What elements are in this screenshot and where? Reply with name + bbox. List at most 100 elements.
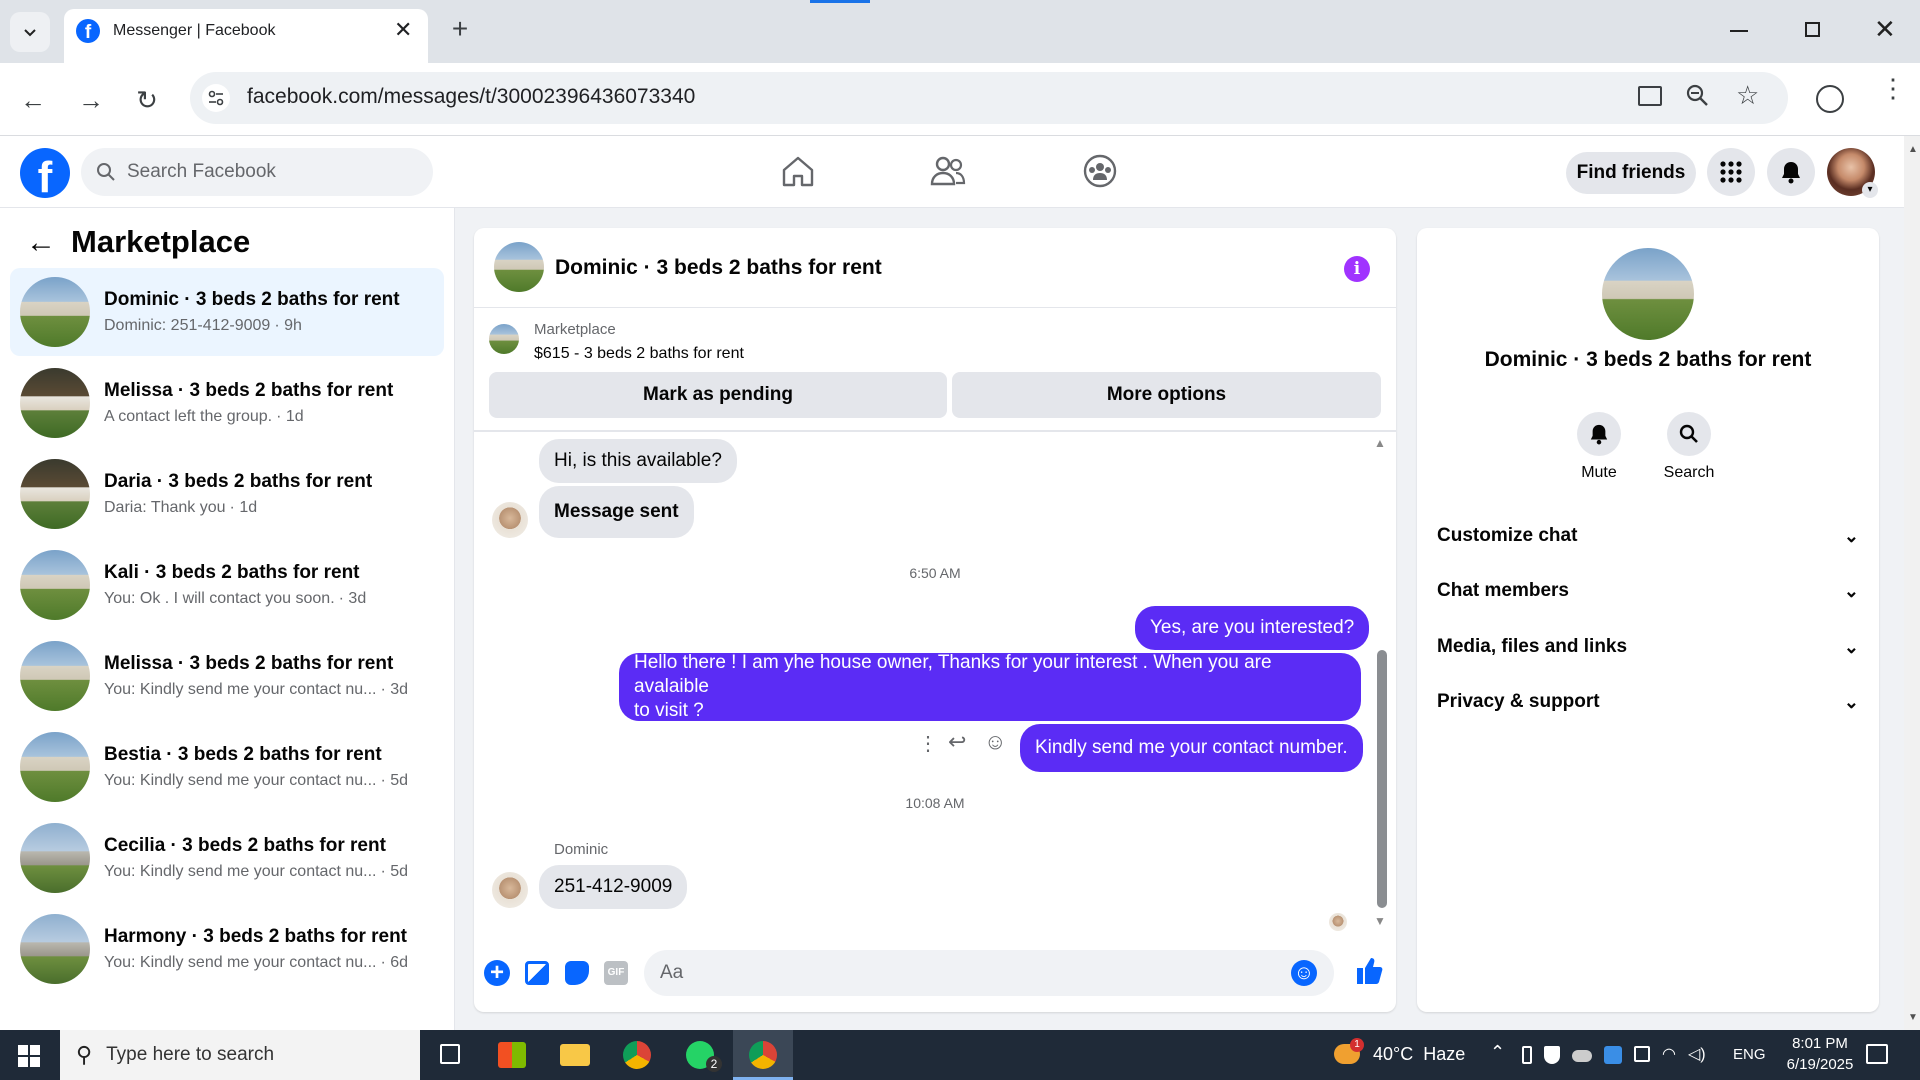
mute-button[interactable] [1577,412,1621,456]
groups-icon[interactable] [1082,153,1118,194]
page-scrollbar[interactable]: ▲ ▼ [1904,136,1920,1030]
outgoing-message[interactable]: Hello there ! I am yhe house owner, Than… [619,652,1361,721]
address-bar[interactable]: facebook.com/messages/t/3000239643607334… [190,72,1788,124]
customize-chat-section[interactable]: Customize chat ⌄ [1437,511,1859,561]
chat-avatar[interactable] [494,242,544,292]
more-options-button[interactable]: More options [952,372,1381,418]
install-app-icon[interactable] [1638,86,1662,106]
listing-thumbnail[interactable] [489,324,519,354]
like-icon[interactable] [1354,956,1384,991]
facebook-search-input[interactable]: Search Facebook [81,148,433,196]
microsoft-store-icon[interactable] [498,1042,526,1068]
mark-as-pending-button[interactable]: Mark as pending [489,372,947,418]
details-avatar[interactable] [1602,248,1694,340]
weather-text[interactable]: 40°C Haze [1373,1044,1465,1065]
react-icon[interactable]: ☺ [984,729,1006,755]
scroll-down-arrow-icon[interactable]: ▼ [1908,1012,1918,1023]
home-icon[interactable] [780,154,816,193]
reload-icon[interactable]: ↻ [132,85,162,115]
site-info-icon[interactable] [202,84,230,112]
media-files-links-section[interactable]: Media, files and links ⌄ [1437,622,1859,672]
browser-menu-icon[interactable]: ⋮ [1880,75,1906,101]
gif-icon[interactable]: GIF [604,961,628,985]
outgoing-message-line: Hello there ! I am yhe house owner, Than… [634,652,1272,697]
search-placeholder: Search Facebook [127,161,276,182]
section-label: Customize chat [1437,525,1578,546]
conversation-preview: A contact left the group. [104,408,273,425]
chat-title[interactable]: Dominic · 3 beds 2 baths for rent [555,256,882,280]
chat-scroll-up-icon[interactable]: ▲ [1374,436,1386,450]
facebook-logo-icon[interactable]: f [20,148,70,202]
scroll-up-arrow-icon[interactable]: ▲ [1908,144,1918,155]
window-close-icon[interactable]: ✕ [1874,14,1896,45]
incoming-message[interactable]: 251-412-9009 [539,865,688,909]
language-indicator[interactable]: ENG [1733,1046,1766,1063]
tray-icons[interactable]: ◠ ◁) [1522,1046,1712,1064]
conversation-name: Daria · 3 beds 2 baths for rent [104,471,373,492]
conversation-item[interactable]: Melissa · 3 beds 2 baths for rent You: K… [10,632,444,720]
tab-close-icon[interactable]: ✕ [394,17,412,43]
info-icon[interactable]: i [1344,256,1370,282]
tab-search-chevron-icon[interactable] [10,12,50,52]
conversation-item[interactable]: Kali · 3 beds 2 baths for rent You: Ok .… [10,541,444,629]
chat-members-section[interactable]: Chat members ⌄ [1437,566,1859,616]
conversation-name: Melissa · 3 beds 2 baths for rent [104,653,394,674]
search-in-chat-button[interactable] [1667,412,1711,456]
message-more-icon[interactable]: ⋮ [918,731,938,756]
account-chevron-icon[interactable]: ▾ [1862,182,1878,198]
emoji-icon[interactable]: ☺ [1291,960,1317,986]
conversation-item[interactable]: Cecilia · 3 beds 2 baths for rent You: K… [10,814,444,902]
profile-icon[interactable] [1816,85,1844,113]
menu-grid-button[interactable] [1707,148,1755,196]
browser-tab[interactable]: f Messenger | Facebook ✕ [64,9,428,63]
file-explorer-icon[interactable] [560,1044,590,1066]
chat-scroll-down-icon[interactable]: ▼ [1374,914,1386,928]
sticker-icon[interactable] [565,961,589,985]
conversation-list-panel: ← Marketplace Dominic · 3 beds 2 baths f… [0,208,455,1030]
conversation-item[interactable]: Dominic · 3 beds 2 baths for rent Domini… [10,268,444,356]
outgoing-message[interactable]: Kindly send me your contact number. [1020,724,1363,772]
windows-start-icon[interactable] [18,1045,40,1067]
conversation-item[interactable]: Melissa · 3 beds 2 baths for rent A cont… [10,359,444,447]
conversation-item[interactable]: Bestia · 3 beds 2 baths for rent You: Ki… [10,723,444,811]
back-icon[interactable]: ← [18,85,48,115]
outgoing-message[interactable]: Yes, are you interested? [1135,606,1370,650]
bookmark-star-icon[interactable]: ☆ [1736,80,1759,111]
listing-source: Marketplace [534,321,616,338]
notification-center-icon[interactable] [1866,1044,1888,1064]
incoming-message[interactable]: Message sent [539,486,694,538]
chat-scrollbar-thumb[interactable] [1377,650,1387,908]
tray-chevron-up-icon[interactable]: ⌃ [1490,1042,1505,1063]
details-name: Dominic · 3 beds 2 baths for rent [1484,348,1812,371]
friends-icon[interactable] [930,154,966,193]
taskbar-search-input[interactable]: ⚲ Type here to search [60,1030,420,1080]
restore-icon[interactable] [1805,22,1820,37]
incoming-message[interactable]: Hi, is this available? [539,439,737,483]
privacy-support-section[interactable]: Privacy & support ⌄ [1437,677,1859,727]
task-view-icon[interactable] [440,1044,460,1064]
onedrive-icon [1572,1050,1592,1062]
conversation-preview: You: Kindly send me your contact nu... [104,681,377,698]
reply-icon[interactable]: ↩ [948,729,966,755]
photo-icon[interactable] [525,961,549,985]
conversation-item[interactable]: Harmony · 3 beds 2 baths for rent You: K… [10,905,444,993]
chrome-icon[interactable] [623,1041,651,1069]
back-arrow-icon[interactable]: ← [26,226,56,260]
conversation-item[interactable]: Daria · 3 beds 2 baths for rent Daria: T… [10,450,444,538]
conversation-avatar [20,823,90,893]
add-icon[interactable]: + [484,960,510,986]
conversation-time: · 1d [229,499,258,516]
conversation-time: · 3d [338,590,367,607]
listing-text[interactable]: $615 - 3 beds 2 baths for rent [534,345,744,363]
minimize-icon[interactable] [1730,30,1748,32]
message-input[interactable]: Aa ☺ [644,950,1334,996]
new-tab-icon[interactable]: + [445,13,475,44]
url-text[interactable]: facebook.com/messages/t/3000239643607334… [247,85,695,109]
forward-icon[interactable]: → [76,85,106,115]
active-chrome-taskbar-item[interactable] [733,1030,793,1080]
find-friends-button[interactable]: Find friends [1566,152,1696,194]
clock-time[interactable]: 8:01 PM [1785,1035,1855,1052]
clock-date[interactable]: 6/19/2025 [1775,1056,1865,1073]
notifications-button[interactable] [1767,148,1815,196]
zoom-icon[interactable] [1684,82,1712,115]
